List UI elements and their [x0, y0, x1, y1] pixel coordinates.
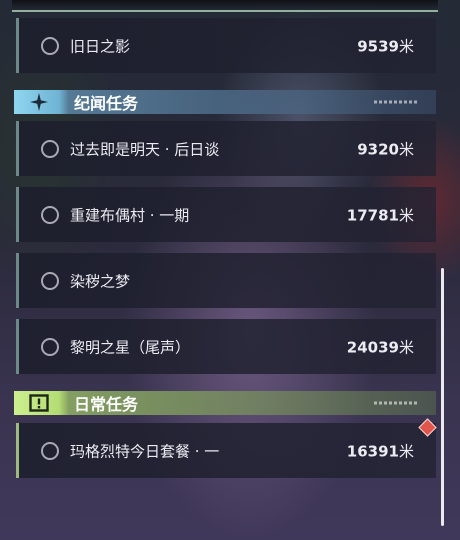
- quest-row[interactable]: 重建布偶村 · 一期 17781米: [16, 187, 436, 242]
- previous-panel-edge: [12, 0, 438, 12]
- quest-name: 染秽之梦: [70, 272, 131, 290]
- quest-distance: 24039米: [346, 338, 414, 356]
- quest-distance: 16391米: [346, 442, 414, 460]
- section-header-daily: 日常任务: [14, 391, 436, 415]
- exclamation-box-icon: [14, 391, 64, 415]
- section-header-story: 纪闻任务: [14, 90, 436, 114]
- sparkle-icon: [14, 90, 64, 114]
- quest-distance: 17781米: [346, 206, 414, 224]
- quest-name: 旧日之影: [70, 37, 131, 55]
- quest-row-jiu-ri-zhi-ying[interactable]: 旧日之影 9539米: [16, 18, 436, 73]
- quest-radio-icon[interactable]: [41, 337, 59, 356]
- quest-name: 玛格烈特今日套餐 · 一: [70, 442, 220, 460]
- section-title: 纪闻任务: [74, 94, 139, 113]
- decorative-tag: [374, 401, 418, 405]
- decorative-tag: [374, 100, 418, 104]
- quest-row-daily[interactable]: 玛格烈特今日套餐 · 一 16391米: [16, 423, 436, 478]
- quest-distance: 9320米: [357, 140, 414, 158]
- quest-row[interactable]: 黎明之星（尾声） 24039米: [16, 319, 436, 374]
- quest-radio-icon[interactable]: [41, 205, 59, 224]
- quest-row[interactable]: 过去即是明天 · 后日谈 9320米: [16, 121, 436, 176]
- quest-name: 黎明之星（尾声）: [70, 338, 191, 356]
- quest-name: 重建布偶村 · 一期: [70, 206, 190, 224]
- section-title: 日常任务: [74, 395, 139, 414]
- quest-radio-icon[interactable]: [41, 271, 59, 290]
- quest-row[interactable]: 染秽之梦: [16, 253, 436, 308]
- quest-radio-icon[interactable]: [41, 139, 59, 158]
- quest-distance: 9539米: [357, 37, 414, 55]
- quest-radio-icon[interactable]: [41, 36, 59, 55]
- scrollbar[interactable]: [441, 268, 444, 526]
- quest-name: 过去即是明天 · 后日谈: [70, 140, 220, 158]
- quest-radio-icon[interactable]: [41, 441, 59, 460]
